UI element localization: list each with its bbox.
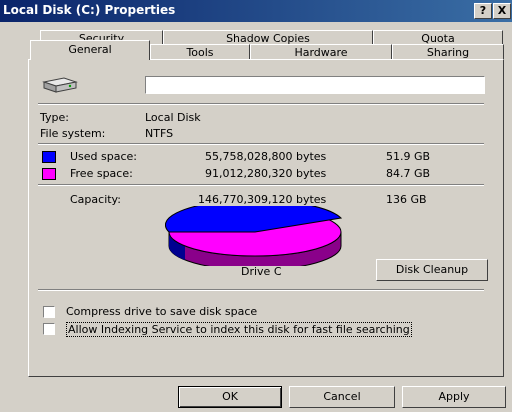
capacity-size: 136 GB [386,193,427,206]
used-space-swatch [42,151,56,163]
tab-general[interactable]: General [30,40,150,60]
free-space-size: 84.7 GB [386,167,431,180]
compress-label: Compress drive to save disk space [66,305,258,318]
hard-drive-icon [40,74,80,98]
separator-4 [38,289,484,291]
type-value: Local Disk [145,111,201,124]
file-system-label: File system: [40,127,106,140]
window-title: Local Disk (C:) Properties [3,3,176,17]
title-bar: Local Disk (C:) Properties ? X [0,0,512,22]
index-checkbox[interactable] [43,323,55,335]
used-space-bytes: 55,758,028,800 bytes [205,150,327,163]
free-space-bytes: 91,012,280,320 bytes [205,167,327,180]
disk-cleanup-button[interactable]: Disk Cleanup [376,259,488,281]
tab-tools[interactable]: Tools [150,44,250,60]
index-label: Allow Indexing Service to index this dis… [66,322,412,337]
capacity-bytes: 146,770,309,120 bytes [198,193,327,206]
tab-hardware[interactable]: Hardware [250,44,392,60]
drive-name: Drive C [241,265,282,278]
disk-usage-pie [164,199,345,271]
drive-label-input[interactable] [145,76,485,94]
free-space-swatch [42,168,56,180]
help-button[interactable]: ? [474,3,492,19]
separator-1 [38,103,484,105]
separator-3 [38,184,484,186]
capacity-label: Capacity: [70,193,121,206]
type-label: Type: [40,111,69,124]
cancel-button[interactable]: Cancel [289,386,395,408]
tab-sharing[interactable]: Sharing [392,44,504,60]
compress-checkbox[interactable] [43,306,55,318]
used-space-label: Used space: [70,150,138,163]
ok-button[interactable]: OK [178,386,282,408]
separator-2 [38,143,484,145]
apply-button[interactable]: Apply [402,386,506,408]
used-space-size: 51.9 GB [386,150,431,163]
file-system-value: NTFS [145,127,174,140]
free-space-label: Free space: [70,167,133,180]
close-button[interactable]: X [493,3,511,19]
